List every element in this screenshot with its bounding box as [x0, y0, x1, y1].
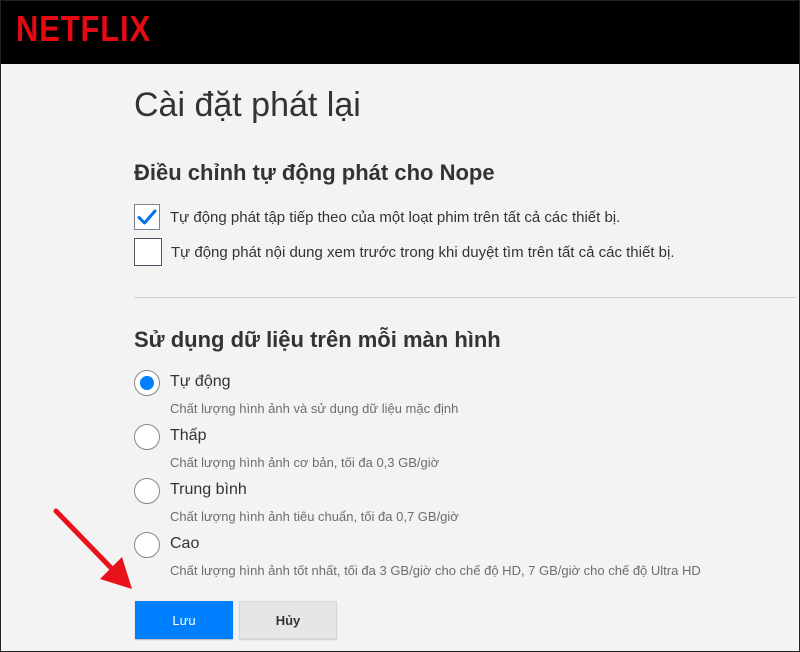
screenshot-border — [0, 0, 800, 652]
